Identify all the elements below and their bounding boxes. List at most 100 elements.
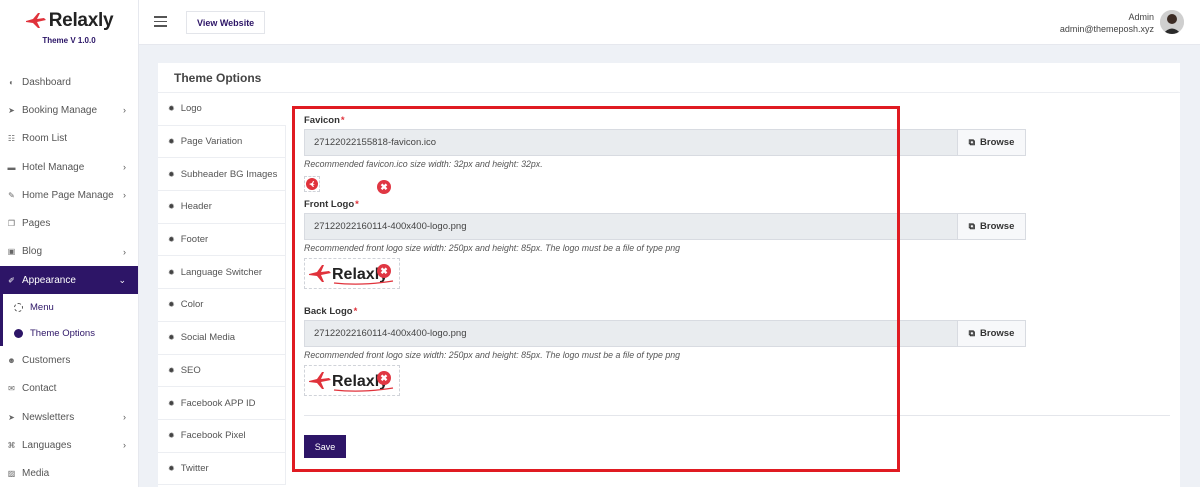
browse-icon: ⧉: [968, 328, 976, 338]
tab-subheader-bg-images[interactable]: ✹ Subheader BG Images: [158, 158, 286, 192]
favicon-image: [306, 178, 318, 190]
required-mark: *: [355, 198, 359, 210]
chevron-right-icon: ›: [123, 190, 126, 201]
chevron-right-icon: ›: [123, 162, 126, 173]
sidebar-item-blog[interactable]: ▣ Blog ›: [0, 238, 138, 266]
sidebar-item-home-page-manage[interactable]: ✎ Home Page Manage ›: [0, 181, 138, 209]
blog-icon: ▣: [7, 247, 16, 257]
tab-language-switcher[interactable]: ✹ Language Switcher: [158, 256, 286, 290]
gear-icon: ✹: [168, 365, 175, 375]
users-icon: ☻: [7, 356, 16, 366]
paper-plane-icon: ➤: [8, 412, 15, 422]
gear-icon: ✹: [168, 463, 175, 473]
favicon-hint: Recommended favicon.ico size width: 32px…: [304, 159, 543, 169]
tab-facebook-pixel[interactable]: ✹ Facebook Pixel: [158, 419, 286, 453]
sidebar-item-appearance[interactable]: ✐ Appearance ⌄: [0, 266, 138, 295]
pages-icon: ❐: [7, 219, 16, 229]
tab-seo[interactable]: ✹ SEO: [158, 354, 286, 388]
submenu-item-theme-options[interactable]: Theme Options: [0, 320, 138, 347]
view-website-button[interactable]: View Website: [186, 11, 266, 34]
tab-social-media[interactable]: ✹ Social Media: [158, 321, 286, 355]
user-avatar-icon: [1160, 10, 1184, 34]
sidebar-item-room-list[interactable]: ☷ Room List: [0, 125, 138, 153]
required-mark: *: [353, 305, 358, 317]
favicon-browse-button[interactable]: ⧉ Browse: [957, 130, 1025, 155]
sidebar-item-pages[interactable]: ❐ Pages: [0, 209, 138, 237]
favicon-preview: [304, 176, 320, 192]
theme-version: Theme V 1.0.0: [42, 36, 96, 45]
gear-icon: ✹: [168, 169, 175, 179]
chevron-right-icon: ›: [123, 246, 126, 257]
back-logo-file-name: 27122022160114-400x400-logo.png: [305, 321, 957, 346]
back-logo-label: Back Logo *: [304, 305, 358, 317]
brand: Relaxly Theme V 1.0.0: [0, 0, 138, 68]
sidebar-item-booking-manage[interactable]: ➤ Booking Manage ›: [0, 96, 138, 124]
sidebar-item-contact[interactable]: ✉ Contact: [0, 375, 138, 403]
back-logo-browse-button[interactable]: ⧉ Browse: [957, 321, 1025, 346]
user-email: admin@themeposh.xyz: [1059, 24, 1154, 34]
sidebar-item-customers[interactable]: ☻ Customers: [0, 346, 138, 374]
image-icon: ▨: [7, 469, 16, 479]
dashboard-icon: ◐: [9, 77, 14, 87]
remove-back-logo-button[interactable]: ✖: [377, 371, 391, 385]
avatar[interactable]: [1160, 10, 1184, 34]
tab-color[interactable]: ✹ Color: [158, 289, 286, 322]
list-icon: ☷: [7, 134, 16, 144]
tab-footer[interactable]: ✹ Footer: [158, 223, 286, 257]
front-logo-file-name: 27122022160114-400x400-logo.png: [305, 214, 957, 239]
back-logo-hint: Recommended front logo size width: 250px…: [304, 350, 681, 360]
wrench-icon: ✐: [8, 275, 15, 285]
tab-header[interactable]: ✹ Header: [158, 191, 286, 224]
browse-icon: ⧉: [968, 221, 976, 231]
front-logo-browse-button[interactable]: ⧉ Browse: [957, 214, 1025, 239]
circle-filled-icon: [14, 328, 23, 338]
chevron-down-icon: ⌄: [118, 274, 126, 285]
theme-options-card: Theme Options ✹ Logo ✹ Page Variation ✹ Sub…: [158, 63, 1180, 487]
plane-logo-icon: [25, 13, 46, 28]
browse-icon: ⧉: [968, 137, 976, 147]
tab-logo[interactable]: ✹ Logo: [158, 93, 286, 126]
edit-icon: ✎: [8, 190, 15, 200]
sidebar-item-hotel-manage[interactable]: ▬ Hotel Manage ›: [0, 153, 138, 181]
front-logo-file-input[interactable]: 27122022160114-400x400-logo.png ⧉ Browse: [304, 213, 1026, 240]
sidebar-item-media[interactable]: ▨ Media: [0, 460, 138, 487]
gear-icon: ✹: [168, 104, 175, 114]
sidebar-item-languages[interactable]: ⌘ Languages ›: [0, 431, 138, 459]
chevron-right-icon: ›: [123, 105, 126, 116]
theme-options-tabs: ✹ Logo ✹ Page Variation ✹ Subheader BG Imag…: [158, 93, 286, 486]
submenu-item-menu[interactable]: Menu: [0, 294, 138, 321]
gear-icon: ✹: [168, 300, 175, 310]
tab-page-variation[interactable]: ✹ Page Variation: [158, 125, 286, 159]
user-info[interactable]: Admin admin@themeposh.xyz: [1060, 11, 1154, 35]
gear-icon: ✹: [168, 137, 175, 147]
gear-icon: ✹: [168, 431, 175, 441]
hamburger-menu-icon[interactable]: [154, 16, 167, 30]
sidebar-item-newsletters[interactable]: ➤ Newsletters ›: [0, 403, 138, 431]
required-mark: *: [340, 114, 345, 126]
favicon-file-input[interactable]: 27122022155818-favicon.ico ⧉ Browse: [304, 129, 1026, 156]
paper-plane-icon: ➤: [8, 105, 15, 115]
sidebar-nav: ◐ Dashboard ➤ Booking Manage › ☷ Room List ▬…: [0, 68, 138, 487]
save-button[interactable]: Save: [304, 435, 346, 458]
chevron-right-icon: ›: [123, 412, 126, 423]
circle-outline-icon: [14, 302, 23, 312]
remove-front-logo-button[interactable]: ✖: [377, 264, 391, 278]
chevron-right-icon: ›: [123, 440, 126, 451]
tab-facebook-app-id[interactable]: ✹ Facebook APP ID: [158, 387, 286, 420]
gear-icon: ✹: [168, 267, 175, 277]
remove-favicon-button[interactable]: ✖: [377, 180, 391, 194]
back-logo-file-input[interactable]: 27122022160114-400x400-logo.png ⧉ Browse: [304, 320, 1026, 347]
gear-icon: ✹: [168, 235, 175, 245]
logo-form: Favicon * 27122022155818-favicon.ico ⧉ Bro…: [304, 111, 1026, 404]
favicon-label: Favicon *: [304, 114, 345, 126]
sidebar: Relaxly Theme V 1.0.0 ◐ Dashboard ➤ Bookin…: [0, 0, 139, 487]
bed-icon: ▬: [7, 162, 16, 172]
brand-name: Relaxly: [48, 10, 114, 31]
tab-twitter[interactable]: ✹ Twitter: [158, 452, 286, 486]
envelope-icon: ✉: [8, 384, 15, 394]
form-divider: [304, 415, 1170, 416]
brand-logo[interactable]: Relaxly: [0, 10, 138, 32]
user-role: Admin: [1128, 12, 1154, 22]
front-logo-hint: Recommended front logo size width: 250px…: [304, 243, 681, 253]
sidebar-item-dashboard[interactable]: ◐ Dashboard: [0, 68, 138, 96]
